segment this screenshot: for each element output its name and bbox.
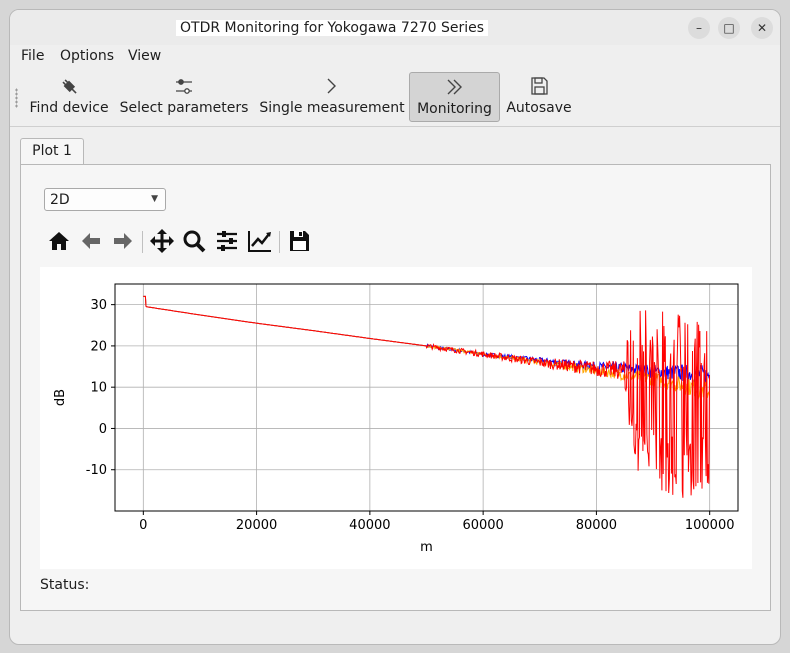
- toolbar-grip-icon[interactable]: [15, 88, 18, 108]
- x-tick-label: 60000: [462, 518, 503, 533]
- close-button[interactable]: ✕: [751, 17, 773, 39]
- chart-grid: [115, 284, 738, 511]
- menu-view[interactable]: View: [128, 48, 161, 64]
- find-device-label: Find device: [29, 100, 109, 116]
- plot-navigation-toolbar: [45, 227, 325, 257]
- chart-traces: [143, 295, 710, 498]
- chevron-down-icon: ▼: [151, 194, 158, 204]
- double-chevron-right-icon: [447, 79, 462, 95]
- y-tick-label: 20: [90, 339, 107, 354]
- autosave-label: Autosave: [506, 100, 572, 116]
- home-icon[interactable]: [45, 227, 73, 255]
- configure-subplots-icon[interactable]: [213, 227, 241, 255]
- app-window: OTDR Monitoring for Yokogawa 7270 Series…: [9, 9, 781, 645]
- maximize-button[interactable]: □: [718, 17, 740, 39]
- x-tick-label: 20000: [236, 518, 277, 533]
- x-axis-label: m: [420, 540, 433, 555]
- back-icon[interactable]: [77, 227, 105, 255]
- y-tick-label: -10: [86, 463, 107, 478]
- plot-panel: 2D ▼ 0 20000 40000 60000 80000 100000 30…: [20, 164, 771, 611]
- select-parameters-button[interactable]: Select parameters: [118, 72, 250, 122]
- otdr-trace-chart[interactable]: 0 20000 40000 60000 80000 1000003020100-10 m …: [40, 267, 752, 569]
- y-tick-label: 0: [99, 422, 107, 437]
- sliders-icon: [176, 79, 192, 94]
- toolbar-separator: [142, 231, 143, 253]
- chevron-right-icon: [327, 78, 336, 94]
- plot-canvas[interactable]: 0 20000 40000 60000 80000 100000 30 20 10 0 -10 m …: [40, 267, 752, 569]
- menu-options[interactable]: Options: [60, 48, 114, 64]
- single-measurement-label: Single measurement: [259, 100, 405, 116]
- zoom-icon[interactable]: [180, 227, 208, 255]
- monitoring-label: Monitoring: [417, 101, 492, 117]
- title-bar: OTDR Monitoring for Yokogawa 7270 Series…: [10, 10, 780, 45]
- x-tick-label: 0: [139, 518, 147, 533]
- status-label: Status:: [40, 577, 90, 593]
- y-tick-label: 30: [90, 298, 107, 313]
- main-toolbar: Find device Select parameters Single mea…: [10, 68, 780, 127]
- x-tick-label: 80000: [576, 518, 617, 533]
- window-title: OTDR Monitoring for Yokogawa 7270 Series: [176, 20, 489, 36]
- trace-line-3: [143, 295, 710, 498]
- menu-file[interactable]: File: [21, 48, 44, 64]
- plot-mode-value: 2D: [50, 192, 70, 208]
- x-tick-label: 100000: [685, 518, 735, 533]
- monitoring-button[interactable]: Monitoring: [409, 72, 500, 122]
- autosave-button[interactable]: Autosave: [504, 72, 574, 122]
- floppy-disk-icon: [531, 77, 548, 95]
- minimize-button[interactable]: –: [688, 17, 710, 39]
- single-measurement-button[interactable]: Single measurement: [258, 72, 406, 122]
- y-axis-label: dB: [53, 389, 68, 406]
- save-figure-icon[interactable]: [285, 227, 313, 255]
- x-tick-label: 40000: [349, 518, 390, 533]
- chart-frame: [114, 283, 739, 512]
- forward-icon[interactable]: [109, 227, 137, 255]
- find-device-button[interactable]: Find device: [26, 72, 112, 122]
- edit-axis-icon[interactable]: [246, 227, 274, 255]
- select-parameters-label: Select parameters: [119, 100, 249, 116]
- plot-mode-select[interactable]: 2D ▼: [44, 188, 166, 211]
- plug-icon: [62, 79, 77, 94]
- menu-bar: File Options View: [10, 46, 780, 68]
- toolbar-separator: [279, 231, 280, 253]
- tab-plot-1[interactable]: Plot 1: [20, 138, 84, 165]
- pan-icon[interactable]: [148, 227, 176, 255]
- y-tick-label: 10: [90, 381, 107, 396]
